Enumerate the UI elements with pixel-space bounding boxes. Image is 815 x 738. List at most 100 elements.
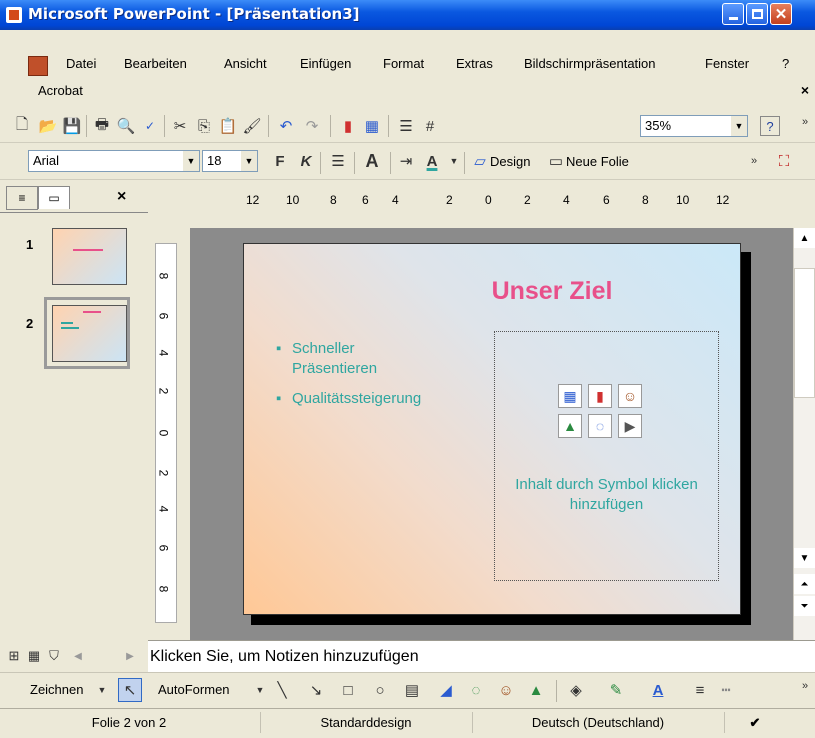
fill-color-icon[interactable]: ◈ bbox=[566, 680, 586, 700]
save-icon[interactable]: 💾 bbox=[62, 116, 82, 136]
chevron-down-icon[interactable]: ▼ bbox=[183, 151, 199, 171]
document-close-button[interactable]: × bbox=[801, 82, 809, 98]
print-preview-icon[interactable]: 🔍 bbox=[116, 116, 136, 136]
indent-icon[interactable]: ⇥ bbox=[396, 151, 416, 171]
bullet-item-2[interactable]: Qualitätssteigerung bbox=[292, 389, 421, 409]
select-pointer-icon[interactable]: ↖ bbox=[118, 678, 142, 702]
toolbar-overflow-icon[interactable]: » bbox=[795, 112, 815, 132]
menu-einfuegen[interactable]: Einfügen bbox=[300, 56, 351, 71]
slide[interactable]: Unser Ziel ▪ Schneller Präsentieren ▪ Qu… bbox=[243, 243, 741, 615]
wordart-icon[interactable]: ◢ bbox=[436, 680, 456, 700]
menu-ansicht[interactable]: Ansicht bbox=[224, 56, 267, 71]
menu-format[interactable]: Format bbox=[383, 56, 424, 71]
line-style-icon[interactable]: ≡ bbox=[690, 680, 710, 700]
slide-title[interactable]: Unser Ziel bbox=[244, 277, 740, 306]
menu-acrobat[interactable]: Acrobat bbox=[38, 83, 83, 98]
vertical-scrollbar[interactable]: ▲ ▼ ⏶ ⏷ bbox=[793, 228, 815, 640]
open-icon[interactable]: 📂 bbox=[38, 116, 58, 136]
scroll-right-icon[interactable]: ▶ bbox=[120, 646, 140, 666]
tab-slides[interactable]: ▭ bbox=[38, 186, 70, 209]
menu-help[interactable]: ? bbox=[782, 56, 789, 71]
vertical-ruler[interactable]: 8 6 4 2 0 2 4 6 8 bbox=[155, 243, 177, 623]
increase-font-button[interactable]: A bbox=[362, 151, 382, 171]
grid-icon[interactable]: # bbox=[420, 116, 440, 136]
clipart-icon[interactable]: ☺ bbox=[496, 680, 516, 700]
print-icon[interactable]: 🖶 bbox=[92, 116, 112, 136]
insert-media-icon[interactable]: ▶ bbox=[618, 414, 642, 438]
chevron-down-icon[interactable]: ▼ bbox=[250, 680, 270, 700]
tab-outline[interactable]: ≡ bbox=[6, 186, 38, 210]
new-slide-button[interactable]: Neue Folie bbox=[566, 154, 629, 169]
menu-bildschirmpraesentation[interactable]: Bildschirmpräsentation bbox=[524, 56, 656, 71]
powerpoint-app-icon[interactable] bbox=[6, 7, 22, 23]
slide-thumbnail-1[interactable] bbox=[52, 228, 127, 285]
chevron-down-icon[interactable]: ▼ bbox=[92, 680, 112, 700]
font-select[interactable]: Arial ▼ bbox=[28, 150, 200, 172]
bullet-item-1[interactable]: Schneller Präsentieren bbox=[292, 339, 412, 379]
next-slide-button[interactable]: ⏷ bbox=[794, 596, 815, 616]
scroll-left-icon[interactable]: ◀ bbox=[68, 646, 88, 666]
format-painter-icon[interactable]: 🖌 bbox=[242, 116, 262, 136]
paste-icon[interactable]: 📋 bbox=[218, 116, 238, 136]
expand-icon[interactable]: ☰ bbox=[396, 116, 416, 136]
line-color-icon[interactable]: ✎ bbox=[606, 680, 626, 700]
draw-font-color-icon[interactable]: A bbox=[648, 680, 668, 700]
document-icon[interactable] bbox=[28, 56, 48, 76]
picture-icon[interactable]: ▲ bbox=[526, 680, 546, 700]
diagram-icon[interactable]: ◌ bbox=[466, 680, 486, 700]
scroll-down-button[interactable]: ▼ bbox=[794, 548, 815, 568]
textbox-icon[interactable]: ▤ bbox=[402, 680, 422, 700]
bullets-icon[interactable]: ☰ bbox=[328, 151, 348, 171]
close-button[interactable]: ✕ bbox=[770, 3, 792, 25]
normal-view-icon[interactable]: ⊞ bbox=[4, 646, 24, 666]
cut-icon[interactable]: ✂ bbox=[170, 116, 190, 136]
menu-bearbeiten[interactable]: Bearbeiten bbox=[124, 56, 187, 71]
insert-picture-icon[interactable]: ▲ bbox=[558, 414, 582, 438]
rectangle-icon[interactable]: □ bbox=[338, 680, 358, 700]
chevron-down-icon[interactable]: ▼ bbox=[731, 116, 747, 136]
menu-fenster[interactable]: Fenster bbox=[705, 56, 749, 71]
design-button[interactable]: Design bbox=[490, 154, 530, 169]
notes-placeholder[interactable]: Klicken Sie, um Notizen hinzuzufügen bbox=[150, 648, 419, 666]
dash-style-icon[interactable]: ┅ bbox=[716, 680, 736, 700]
menu-datei[interactable]: Datei bbox=[66, 56, 96, 71]
font-color-button[interactable]: A bbox=[422, 151, 442, 171]
slideshow-icon[interactable]: ⛉ bbox=[44, 646, 64, 666]
insert-clipart-icon[interactable]: ☺ bbox=[618, 384, 642, 408]
toolbar-overflow-icon[interactable]: » bbox=[795, 676, 815, 696]
minimize-button[interactable] bbox=[722, 3, 744, 25]
arrow-icon[interactable]: ↘ bbox=[306, 680, 326, 700]
line-icon[interactable]: ╲ bbox=[272, 680, 292, 700]
table-icon[interactable]: ▦ bbox=[362, 116, 382, 136]
spelling-icon[interactable]: ✓ bbox=[140, 116, 160, 136]
draw-menu-button[interactable]: Zeichnen bbox=[30, 682, 83, 697]
italic-button[interactable]: K bbox=[296, 151, 316, 171]
chart-icon[interactable]: ▮ bbox=[338, 116, 358, 136]
font-size-select[interactable]: 18 ▼ bbox=[202, 150, 258, 172]
copy-icon[interactable]: ⎘ bbox=[194, 116, 214, 136]
acrobat-icon[interactable]: ⛶ bbox=[774, 151, 794, 171]
horizontal-ruler[interactable]: 12 10 8 6 4 2 0 2 4 6 8 10 12 bbox=[190, 183, 793, 211]
maximize-button[interactable] bbox=[746, 3, 768, 25]
autoshapes-menu-button[interactable]: AutoFormen bbox=[158, 682, 230, 697]
insert-table-icon[interactable]: ▦ bbox=[558, 384, 582, 408]
help-icon[interactable]: ? bbox=[760, 116, 780, 136]
slide-sorter-icon[interactable]: ▦ bbox=[24, 646, 44, 666]
menu-extras[interactable]: Extras bbox=[456, 56, 493, 71]
chevron-down-icon[interactable]: ▼ bbox=[444, 151, 464, 171]
previous-slide-button[interactable]: ⏶ bbox=[794, 574, 815, 594]
spelling-status-icon[interactable]: ✔ bbox=[724, 712, 785, 733]
oval-icon[interactable]: ○ bbox=[370, 680, 390, 700]
toolbar-overflow-icon[interactable]: » bbox=[744, 151, 764, 171]
new-icon[interactable]: 🗋 bbox=[12, 116, 32, 136]
insert-diagram-icon[interactable]: ◌ bbox=[588, 414, 612, 438]
panel-close-button[interactable]: × bbox=[117, 188, 126, 206]
scrollbar-thumb[interactable] bbox=[794, 268, 815, 398]
undo-icon[interactable]: ↶ bbox=[276, 116, 296, 136]
slide-thumbnail-2[interactable] bbox=[52, 305, 127, 362]
content-placeholder[interactable]: ▦ ▮ ☺ ▲ ◌ ▶ Inhalt durch Symbol klicken … bbox=[494, 331, 719, 581]
insert-chart-icon[interactable]: ▮ bbox=[588, 384, 612, 408]
zoom-select[interactable]: 35% ▼ bbox=[640, 115, 748, 137]
bold-button[interactable]: F bbox=[270, 151, 290, 171]
scroll-up-button[interactable]: ▲ bbox=[794, 228, 815, 248]
